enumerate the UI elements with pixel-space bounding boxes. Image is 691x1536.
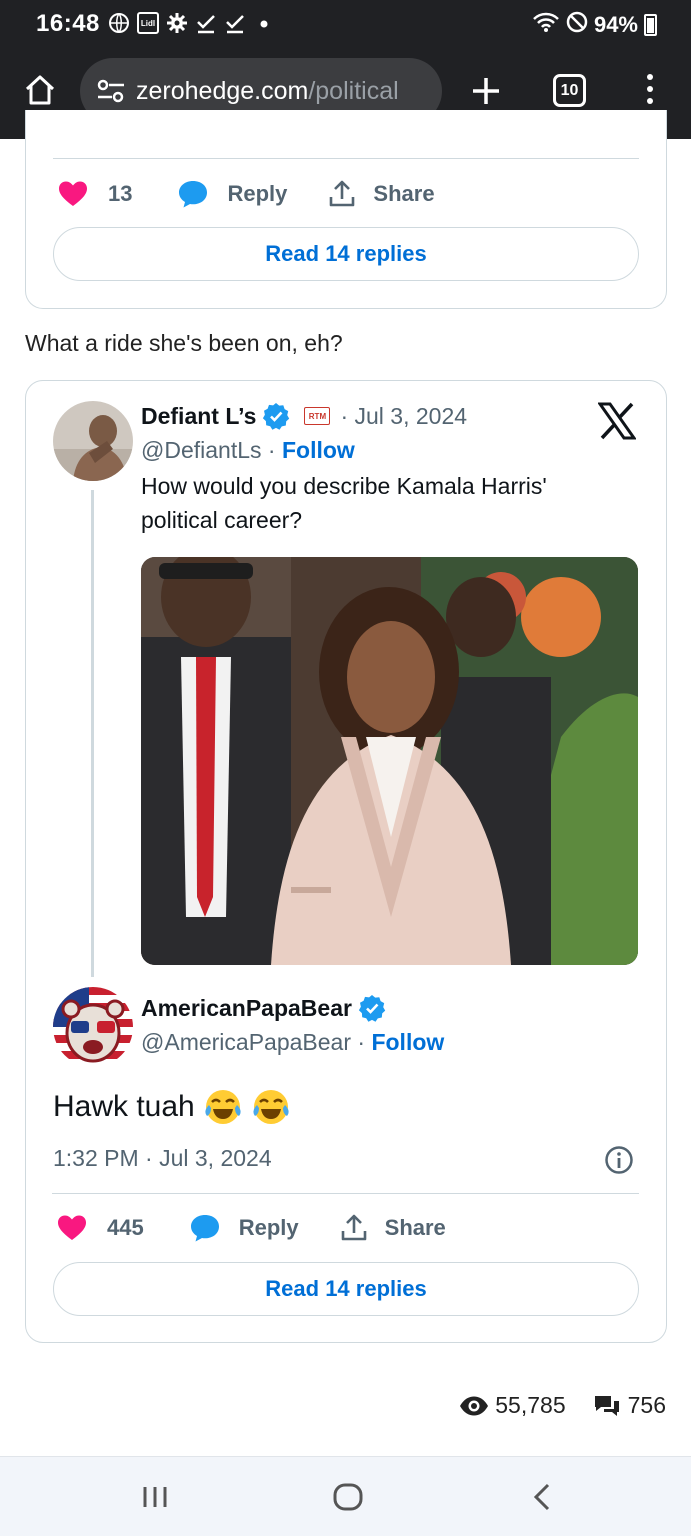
comments-stat[interactable]: 756 <box>592 1392 666 1419</box>
separator: · <box>261 437 282 463</box>
author-name-line: AmericanPapaBear <box>141 994 386 1022</box>
thread-connector-line <box>91 490 94 977</box>
handle[interactable]: @DefiantLs <box>141 437 262 463</box>
notification-icons: Lidl <box>108 12 275 34</box>
reply-button[interactable]: Reply <box>189 1213 299 1243</box>
separator: · <box>351 1029 372 1055</box>
author-name-line: Defiant L’s RTM · Jul 3, 2024 <box>141 402 467 430</box>
home-icon <box>25 75 55 105</box>
share-upload-icon <box>330 180 355 207</box>
follow-button[interactable]: Follow <box>282 437 355 463</box>
verified-badge-icon <box>358 995 386 1022</box>
display-name[interactable]: AmericanPapaBear <box>141 995 352 1022</box>
article-stats: 55,785 756 <box>459 1392 666 1419</box>
speech-bubble-icon <box>179 181 208 208</box>
system-status: 94% <box>532 11 657 39</box>
globe-icon <box>108 12 130 34</box>
avatar-americanpapabear[interactable] <box>53 987 133 1067</box>
download-done-icon <box>195 12 217 34</box>
share-button[interactable]: Share <box>327 179 435 209</box>
url-path: /political <box>308 76 399 105</box>
tweet-date[interactable]: · Jul 3, 2024 <box>340 403 467 430</box>
eye-icon <box>460 1396 489 1415</box>
read-replies-button[interactable]: Read 14 replies <box>53 227 639 281</box>
status-time: 16:48 <box>36 10 100 37</box>
shopping-app-icon: Lidl <box>137 12 159 34</box>
gear-icon <box>166 12 188 34</box>
avatar-defiant-ls[interactable] <box>53 401 133 481</box>
share-button[interactable]: Share <box>339 1213 446 1243</box>
article-paragraph: What a ride she's been on, eh? <box>25 330 343 356</box>
plus-icon <box>473 78 499 104</box>
x-logo-icon[interactable] <box>598 402 636 440</box>
download-done-icon <box>224 12 246 34</box>
views-count: 55,785 <box>495 1392 566 1418</box>
like-button[interactable]: 445 <box>57 1214 144 1242</box>
back-icon[interactable] <box>528 1479 554 1515</box>
system-navigation-bar <box>0 1456 691 1536</box>
affiliate-badge-icon: RTM <box>304 407 331 425</box>
share-label: Share <box>373 181 435 206</box>
new-tab-button[interactable] <box>470 75 502 107</box>
battery-percent: 94% <box>593 12 638 37</box>
handle[interactable]: @AmericaPapaBear <box>141 1029 351 1055</box>
heart-icon <box>59 181 87 206</box>
read-replies-button[interactable]: Read 14 replies <box>53 1262 639 1316</box>
tweet-photo[interactable] <box>141 557 638 965</box>
share-label: Share <box>384 1215 446 1240</box>
author-handle-line: @AmericaPapaBear · Follow <box>141 1029 444 1056</box>
tweet-divider <box>53 158 639 159</box>
tab-switcher-button[interactable]: 10 <box>553 74 586 107</box>
do-not-disturb-icon <box>566 11 588 39</box>
battery-icon <box>644 14 657 36</box>
comments-icon <box>594 1395 619 1416</box>
more-menu-icon[interactable] <box>640 74 660 110</box>
info-icon[interactable] <box>604 1145 634 1175</box>
verified-badge-icon <box>263 403 290 430</box>
views-stat: 55,785 <box>459 1392 566 1419</box>
display-name[interactable]: Defiant L’s <box>141 403 256 430</box>
share-upload-icon <box>341 1214 366 1241</box>
url-domain: zerohedge.com <box>136 76 309 105</box>
like-count: 445 <box>107 1215 144 1240</box>
reply-label: Reply <box>238 1215 299 1240</box>
reply-button[interactable]: Reply <box>177 179 287 209</box>
home-nav-icon[interactable] <box>332 1479 364 1515</box>
tweet-actions: 445 Reply Share <box>57 1208 446 1248</box>
wifi-icon <box>532 11 560 39</box>
tears-of-joy-emoji-icon <box>205 1090 241 1124</box>
author-handle-line: @DefiantLs · Follow <box>141 437 355 464</box>
comments-count: 756 <box>627 1392 666 1418</box>
tweet-timestamp[interactable]: 1:32 PM · Jul 3, 2024 <box>53 1145 272 1172</box>
status-bar: 16:48 Lidl 94% <box>0 0 691 50</box>
heart-icon <box>58 1215 86 1240</box>
tweet-text: How would you describe Kamala Harris' po… <box>141 473 547 533</box>
embedded-tweet-previous: 13 Reply Share Read 14 replies <box>25 110 667 309</box>
url-text: zerohedge.com/political <box>136 77 399 106</box>
home-button[interactable] <box>22 72 58 108</box>
site-settings-icon[interactable] <box>96 79 126 103</box>
like-button[interactable]: 13 <box>58 180 132 208</box>
like-count: 13 <box>108 181 133 206</box>
reply-text-line: Hawk tuah <box>53 1087 291 1127</box>
recent-apps-icon[interactable] <box>140 1479 170 1515</box>
more-notifications-dot-icon <box>253 12 275 34</box>
tweet-divider <box>52 1193 639 1194</box>
follow-button[interactable]: Follow <box>371 1029 444 1055</box>
reply-text: Hawk tuah <box>53 1090 195 1123</box>
tweet-actions: 13 Reply Share <box>58 174 435 214</box>
reply-label: Reply <box>227 181 288 206</box>
speech-bubble-icon <box>190 1215 219 1242</box>
tears-of-joy-emoji-icon <box>253 1090 289 1124</box>
